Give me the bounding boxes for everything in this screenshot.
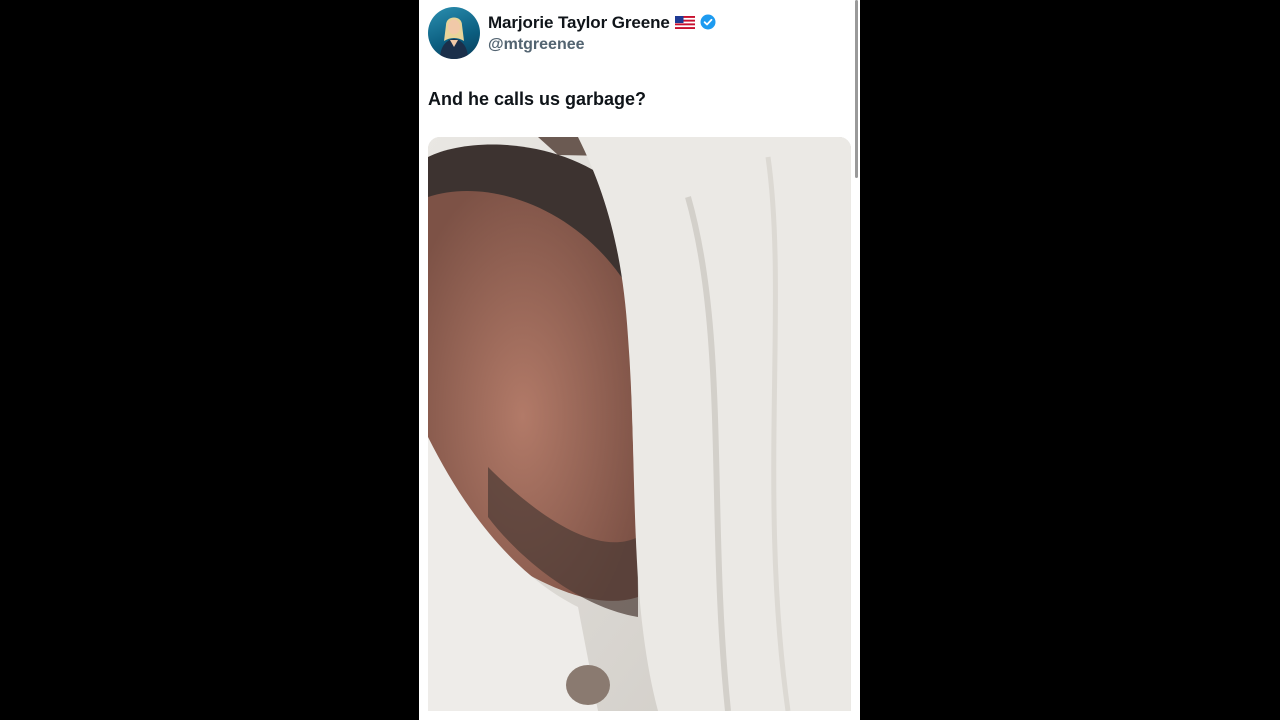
handle[interactable]: @mtgreenee bbox=[488, 36, 716, 53]
avatar[interactable] bbox=[428, 7, 480, 59]
tweet-photo[interactable] bbox=[428, 137, 851, 711]
display-name[interactable]: Marjorie Taylor Greene bbox=[488, 14, 670, 31]
tweet-text: And he calls us garbage? bbox=[428, 89, 647, 109]
tweet-card: Marjorie Taylor Greene @mtgreenee And he… bbox=[419, 0, 860, 720]
bottom-spacer bbox=[419, 711, 860, 720]
scrollbar[interactable] bbox=[855, 0, 858, 178]
us-flag-icon bbox=[674, 15, 695, 29]
tweet-header: Marjorie Taylor Greene @mtgreenee bbox=[428, 7, 716, 59]
verified-badge-icon bbox=[700, 14, 716, 30]
